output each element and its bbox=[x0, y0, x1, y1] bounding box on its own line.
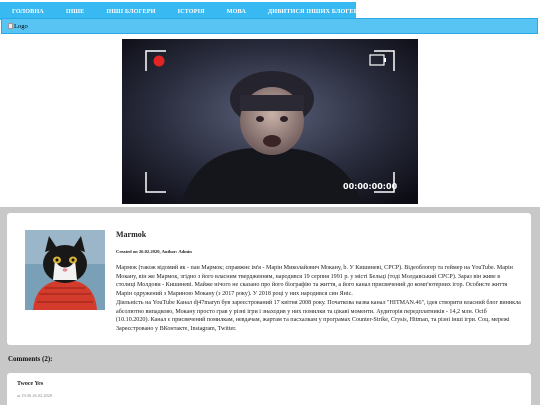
video-player[interactable]: 00:00:00:00 bbox=[122, 39, 418, 204]
nav-item-language[interactable]: МОВА bbox=[215, 8, 256, 15]
post-image bbox=[25, 230, 105, 310]
cat-image bbox=[25, 230, 105, 310]
comment-card: Twoce Yes at 19:36 26.02.2020 bbox=[7, 373, 531, 413]
nav-item-home[interactable]: ГОЛОВНА bbox=[0, 8, 54, 15]
nav-item-other[interactable]: ІНШЕ bbox=[54, 8, 95, 15]
post-title: Marmok bbox=[116, 230, 147, 239]
nav-item-history[interactable]: ІСТОРІЯ bbox=[166, 8, 215, 15]
comments-heading: Comments (2): bbox=[8, 355, 53, 363]
comment-date: at 19:36 26.02.2020 bbox=[17, 393, 53, 398]
post-card: Marmok Created on 26.02.2020, Author: Ad… bbox=[7, 213, 531, 345]
header-bar: Logo bbox=[1, 18, 538, 34]
record-indicator-icon bbox=[153, 55, 165, 67]
post-paragraph-1: Мармок (також відомий як - пан Мармок; с… bbox=[116, 265, 513, 298]
site-logo[interactable]: Logo bbox=[8, 23, 28, 30]
video-timecode: 00:00:00:00 bbox=[343, 182, 398, 191]
nav-item-other-bloggers[interactable]: ІНШІ БЛОГЕРИ bbox=[94, 8, 165, 15]
post-paragraph-2: Діяльність на YouTube Канал dj47maryn бу… bbox=[116, 300, 521, 333]
nav-item-watch-bloggers[interactable]: ДИВИТИСЯ ІНШИХ БЛОГЕРІВ bbox=[256, 8, 374, 15]
video-frame: 00:00:00:00 bbox=[122, 39, 418, 204]
person-hat-brim bbox=[240, 95, 304, 111]
comment-author: Twoce Yes bbox=[17, 381, 44, 387]
post-meta: Created on 26.02.2020, Author: Admin bbox=[116, 249, 192, 254]
broken-image-icon bbox=[8, 23, 13, 29]
logo-alt-text: Logo bbox=[14, 22, 28, 30]
